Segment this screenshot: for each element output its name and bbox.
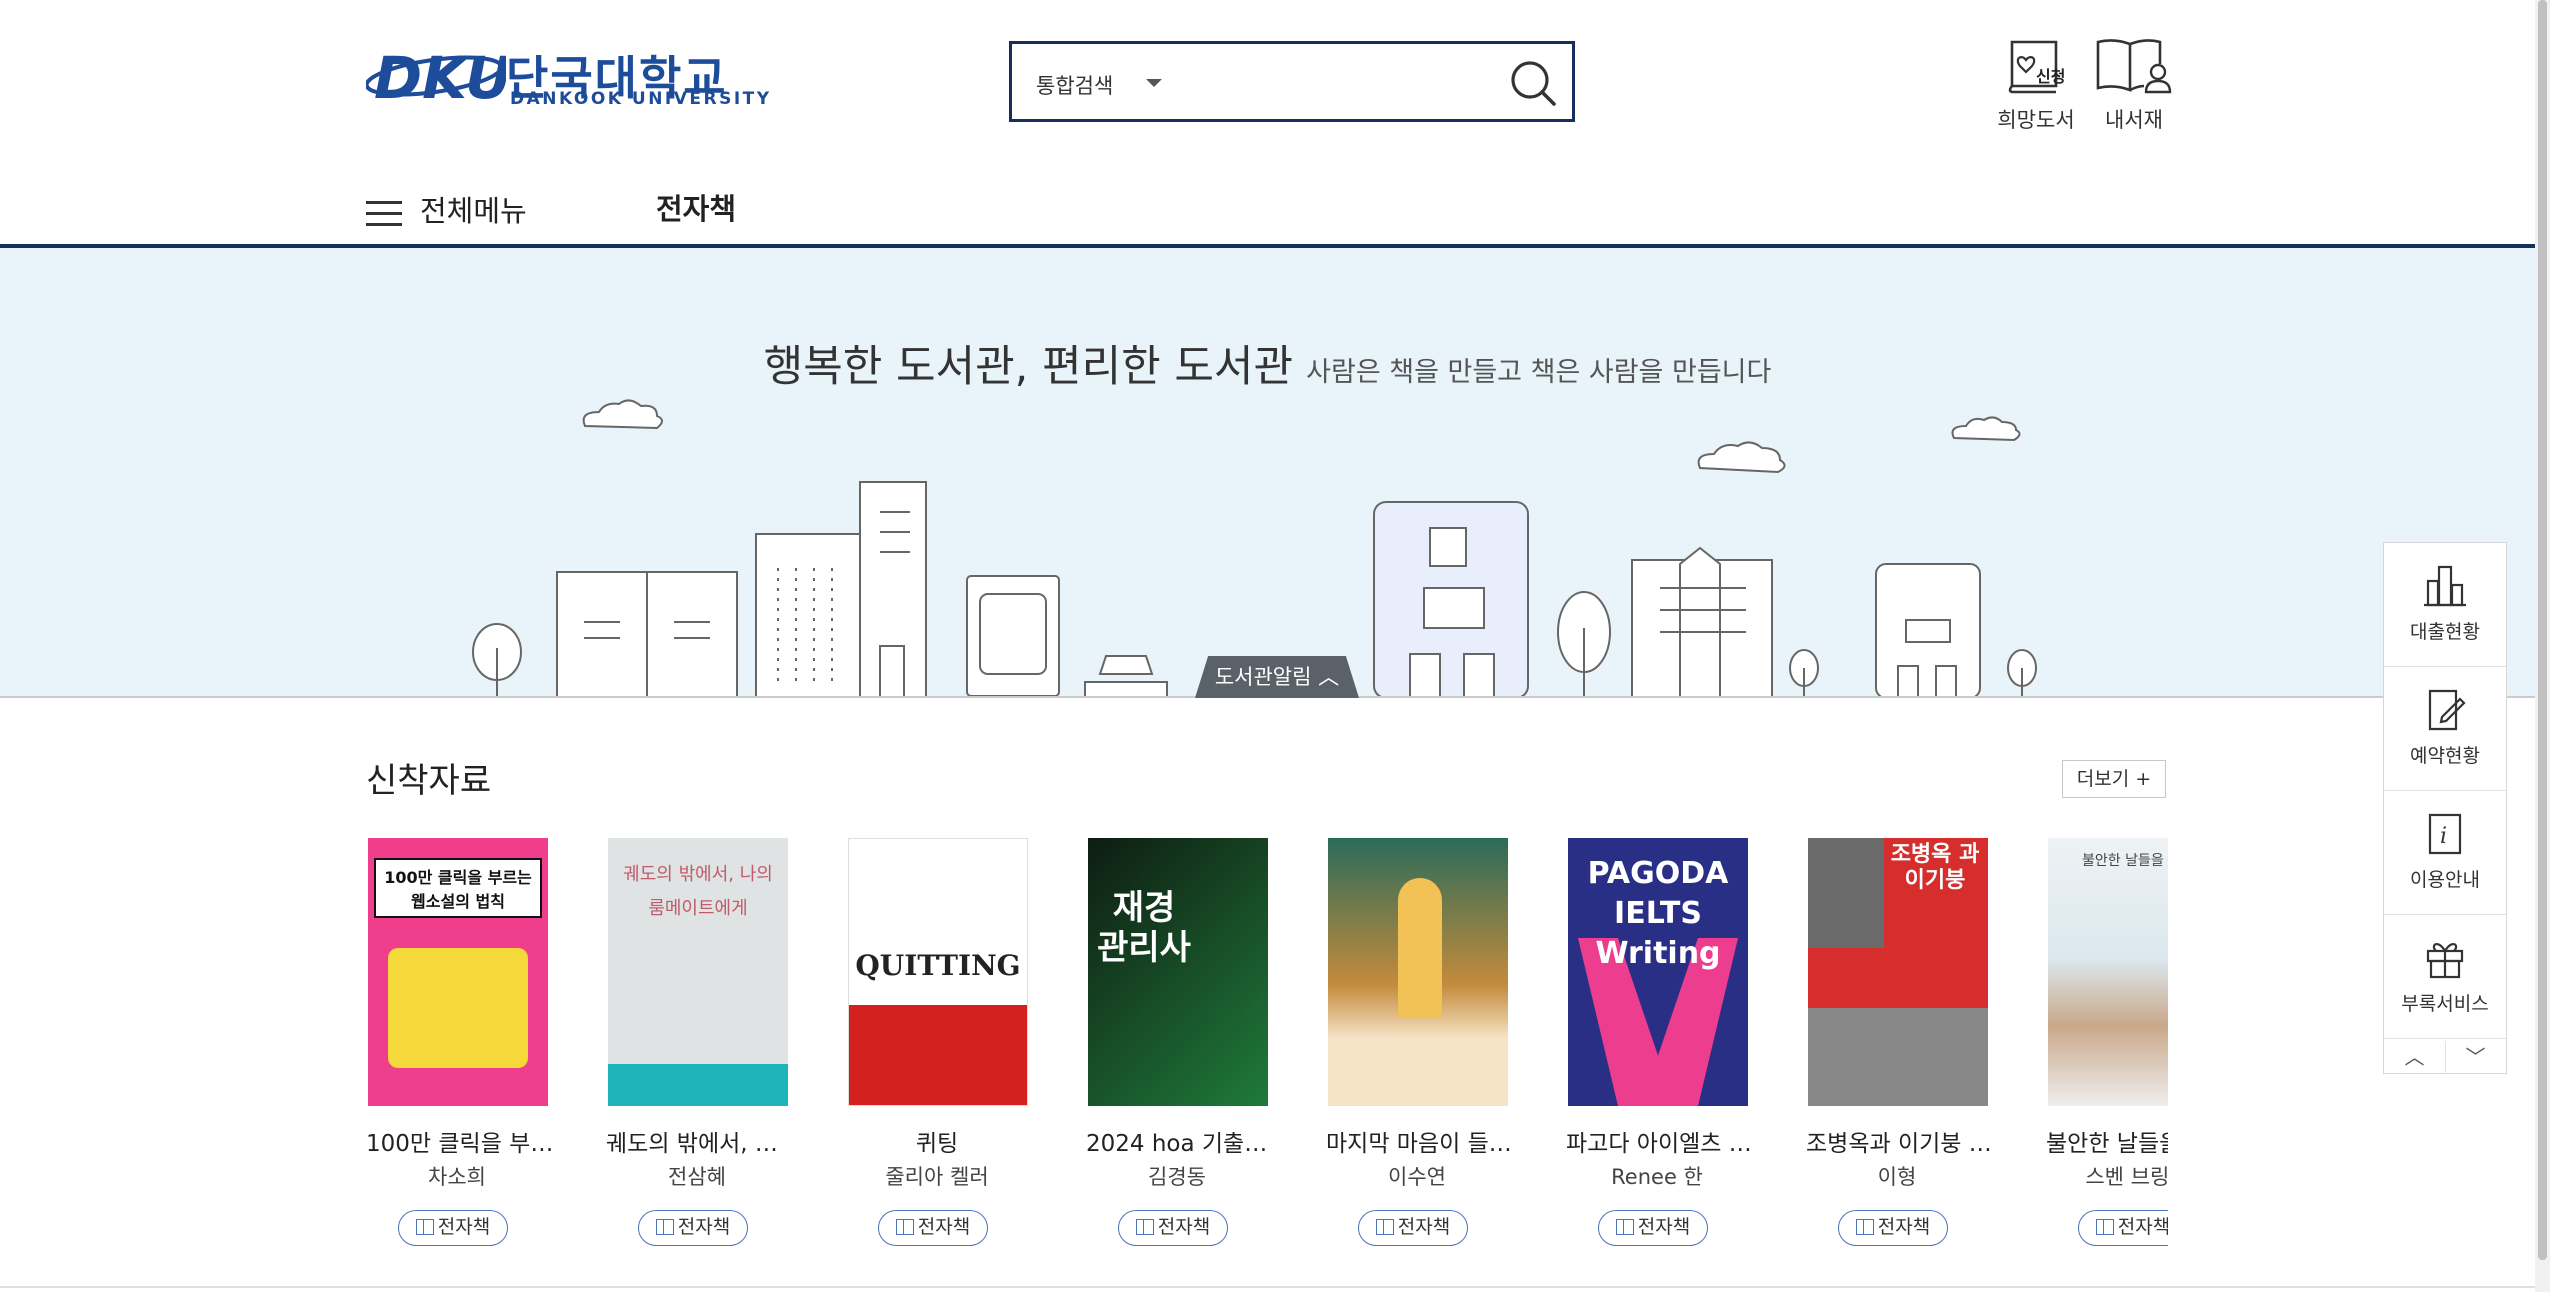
ebook-badge[interactable]: 전자책 [1118, 1210, 1228, 1246]
book-icon [1855, 1219, 1874, 1235]
my-shelf-label: 내서재 [2105, 108, 2163, 132]
caret-down-icon[interactable] [1146, 79, 1162, 87]
dku-logo-mark: DKU [364, 44, 512, 112]
book-title[interactable]: 파고다 아이엘츠 … [1566, 1124, 1756, 1158]
nav-ebook[interactable]: 전자책 [656, 186, 736, 228]
book-cover[interactable]: 불안한 날들을 위한 [2048, 838, 2168, 1106]
section-divider [0, 1286, 2535, 1288]
book-icon [1135, 1219, 1154, 1235]
book-icon [895, 1219, 914, 1235]
book-cover[interactable] [1328, 838, 1508, 1106]
city-illustration [0, 399, 2535, 698]
book-title[interactable]: 궤도의 밖에서, … [606, 1124, 796, 1158]
quick-supplement-label: 부록서비스 [2401, 993, 2489, 1015]
quick-reservation-label: 예약현황 [2410, 745, 2480, 767]
notice-tab-label: 도서관알림 [1214, 665, 1312, 689]
page-scrollbar[interactable] [2535, 0, 2550, 1292]
svg-text:DKU: DKU [374, 44, 506, 112]
ebook-badge-label: 전자책 [2117, 1216, 2168, 1238]
book-title[interactable]: 100만 클릭을 부… [366, 1124, 556, 1158]
gift-icon [2426, 943, 2464, 979]
book-cover[interactable]: PAGODA IELTS Writing [1568, 838, 1748, 1106]
book-author: 이수연 [1388, 1165, 1446, 1189]
book-cover[interactable]: QUITTING [848, 838, 1028, 1106]
bar-chart-icon [2424, 565, 2466, 607]
more-button[interactable]: 더보기 + [2062, 760, 2166, 798]
book-author: 줄리아 켈러 [885, 1165, 989, 1189]
ebook-badge[interactable]: 전자책 [638, 1210, 748, 1246]
book-author: 이형 [1877, 1165, 1917, 1189]
book-author: 차소희 [428, 1165, 486, 1189]
ebook-badge[interactable]: 전자책 [398, 1210, 508, 1246]
book-author: 김경동 [1148, 1165, 1206, 1189]
scroll-bottom-button[interactable]: ﹀ [2445, 1041, 2506, 1074]
book-icon [655, 1219, 674, 1235]
hero-subtitle: 사람은 책을 만들고 책은 사람을 만듭니다 [1306, 357, 1772, 388]
book-title[interactable]: 퀴팅 [846, 1124, 1028, 1158]
quick-reservation-status[interactable]: 예약현황 [2384, 667, 2506, 791]
book-title[interactable]: 2024 hoa 기출… [1086, 1124, 1276, 1158]
ebook-badge[interactable]: 전자책 [1598, 1210, 1708, 1246]
book-author: 스벤 브링크 [2085, 1165, 2168, 1189]
logo-english-text: DANKOOK UNIVERSITY [510, 89, 772, 109]
quick-guide[interactable]: i 이용안내 [2384, 791, 2506, 915]
info-book-icon: i [2428, 813, 2462, 855]
library-notice-tab[interactable]: 도서관알림 ︿ [1195, 656, 1359, 698]
ebook-badge[interactable]: 전자책 [1838, 1210, 1948, 1246]
ebook-badge[interactable]: 전자책 [2078, 1210, 2168, 1246]
wish-book-icon: 신청 [2008, 40, 2065, 94]
book-cover[interactable]: 조병옥 과 이기붕 [1808, 838, 1988, 1106]
book-icon [2095, 1219, 2114, 1235]
quick-guide-label: 이용안내 [2410, 869, 2480, 891]
wish-book-link[interactable]: 신청 희망도서 [1984, 36, 2088, 134]
hero-banner: 행복한 도서관, 편리한 도서관 사람은 책을 만들고 책은 사람을 만듭니다 … [0, 248, 2535, 698]
chevron-up-icon: ︿ [1318, 665, 1340, 689]
search-scope-select[interactable]: 통합검색 [1036, 70, 1113, 100]
hamburger-icon [366, 199, 402, 227]
all-menu-button[interactable]: 전체메뉴 [366, 188, 527, 230]
ebook-badge-label: 전자책 [1877, 1216, 1931, 1238]
search-input[interactable] [1172, 58, 1476, 110]
edit-note-icon [2428, 689, 2466, 731]
new-arrivals-title: 신착자료 [366, 761, 492, 801]
hero-text: 행복한 도서관, 편리한 도서관 사람은 책을 만들고 책은 사람을 만듭니다 [0, 332, 2535, 394]
ebook-badge[interactable]: 전자책 [878, 1210, 988, 1246]
ebook-badge[interactable]: 전자책 [1358, 1210, 1468, 1246]
quick-menu: 대출현황 예약현황 i 이용안내 부록서비스 ︿ ﹀ [2383, 542, 2507, 1074]
book-cover[interactable]: 재경 관리사 [1088, 838, 1268, 1106]
book-title[interactable]: 불안한 날들을… [2046, 1124, 2168, 1158]
all-menu-label: 전체메뉴 [420, 194, 527, 228]
svg-text:i: i [2440, 824, 2447, 849]
quick-loan-status[interactable]: 대출현황 [2384, 543, 2506, 667]
book-title[interactable]: 조병옥과 이기붕 … [1806, 1124, 1996, 1158]
ebook-badge-label: 전자책 [1397, 1216, 1451, 1238]
site-header: DKU 단국대학교 DANKOOK UNIVERSITY 통합검색 신청 희망도… [0, 0, 2535, 248]
ebook-badge-label: 전자책 [1637, 1216, 1691, 1238]
hero-title: 행복한 도서관, 편리한 도서관 [763, 342, 1294, 392]
my-shelf-icon [2096, 39, 2172, 94]
dku-logo[interactable]: DKU 단국대학교 DANKOOK UNIVERSITY [364, 40, 769, 112]
search-box: 통합검색 [1009, 41, 1575, 122]
wish-book-label: 희망도서 [1997, 108, 2075, 132]
book-icon [415, 1219, 434, 1235]
book-cover[interactable]: 100만 클릭을 부르는 웹소설의 법칙 [368, 838, 548, 1106]
ebook-badge-label: 전자책 [677, 1216, 731, 1238]
scrollbar-thumb[interactable] [2538, 0, 2547, 1260]
search-icon[interactable] [1506, 56, 1562, 112]
ebook-badge-label: 전자책 [1157, 1216, 1211, 1238]
book-icon [1375, 1219, 1394, 1235]
my-shelf-link[interactable]: 내서재 [2087, 36, 2181, 134]
book-author: 전삼혜 [668, 1165, 726, 1189]
book-title[interactable]: 마지막 마음이 들… [1326, 1124, 1516, 1158]
svg-text:신청: 신청 [2036, 67, 2065, 86]
book-cover[interactable]: 궤도의 밖에서, 나의 룸메이트에게 [608, 838, 788, 1106]
new-arrivals-list: 100만 클릭을 부르는 웹소설의 법칙 100만 클릭을 부… 차소희 전자책… [366, 838, 2168, 1258]
book-author: Renee 한 [1611, 1165, 1703, 1189]
ebook-badge-label: 전자책 [917, 1216, 971, 1238]
book-icon [1615, 1219, 1634, 1235]
ebook-badge-label: 전자책 [437, 1216, 491, 1238]
scroll-top-button[interactable]: ︿ [2384, 1041, 2446, 1074]
quick-loan-label: 대출현황 [2410, 621, 2480, 643]
quick-supplement-service[interactable]: 부록서비스 [2384, 915, 2506, 1039]
